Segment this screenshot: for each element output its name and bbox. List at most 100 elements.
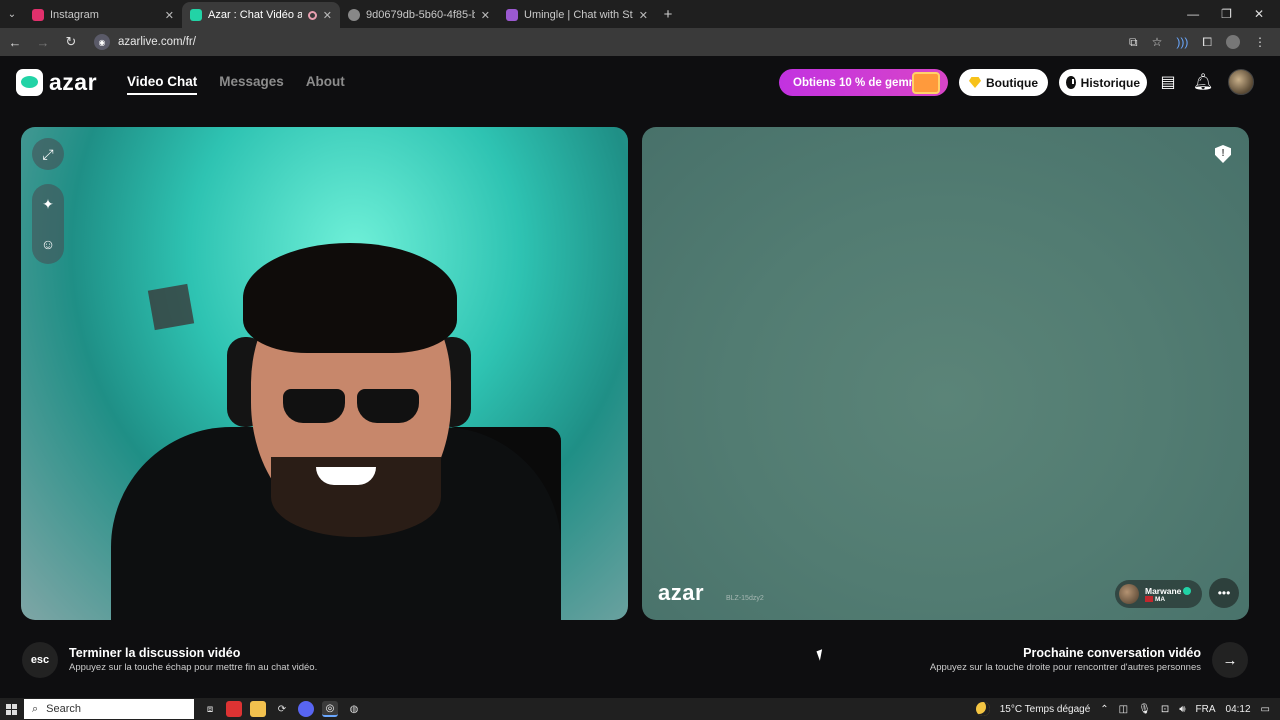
azar-logo[interactable]: azar bbox=[16, 69, 97, 96]
face-sticker-icon[interactable]: ☺ bbox=[41, 236, 55, 252]
self-video: ⤢ ✦ ☺ bbox=[21, 127, 628, 620]
person-hair bbox=[243, 243, 457, 353]
browser-tab-bar: ⌄ Instagram ✕ Azar : Chat Vidéo avec de … bbox=[0, 0, 1280, 28]
tab-azar[interactable]: Azar : Chat Vidéo avec de nouv ✕ bbox=[182, 2, 340, 28]
nav-about[interactable]: About bbox=[306, 74, 345, 95]
minimize-icon[interactable]: — bbox=[1187, 7, 1199, 21]
close-icon[interactable]: ✕ bbox=[165, 9, 174, 22]
promo-text: Obtiens 10 % de gemmes bbox=[793, 76, 932, 89]
tab-umingle[interactable]: Umingle | Chat with Strangers li ✕ bbox=[498, 2, 656, 28]
taskbar-search[interactable]: ⌕ Search bbox=[24, 699, 194, 719]
url-text: azarlive.com/fr/ bbox=[118, 36, 196, 48]
windows-start-icon[interactable] bbox=[0, 703, 22, 715]
tab-title: Azar : Chat Vidéo avec de nouv bbox=[208, 9, 302, 21]
app-red-icon[interactable] bbox=[226, 701, 242, 717]
sync-app-icon[interactable]: ⟳ bbox=[274, 701, 290, 717]
profile-avatar-icon[interactable] bbox=[1226, 35, 1240, 49]
speaker-icon[interactable]: 🔊︎ bbox=[1179, 704, 1185, 715]
partner-watermark-logo: azar bbox=[658, 580, 705, 605]
back-icon[interactable]: ← bbox=[8, 35, 22, 50]
new-tab-icon[interactable]: + bbox=[656, 6, 680, 23]
close-icon[interactable]: ✕ bbox=[323, 9, 332, 22]
search-placeholder: Search bbox=[46, 703, 82, 715]
partner-profile-chip[interactable]: Marwane MA bbox=[1115, 580, 1202, 608]
partner-name: Marwane bbox=[1145, 585, 1182, 596]
shop-button[interactable]: Boutique bbox=[959, 69, 1048, 96]
discord-icon[interactable] bbox=[298, 701, 314, 717]
close-icon[interactable]: ✕ bbox=[481, 9, 490, 22]
main-nav: Video Chat Messages About bbox=[127, 74, 345, 95]
extension-wave-icon[interactable]: ))) bbox=[1176, 35, 1188, 49]
site-info-icon[interactable]: ◉ bbox=[94, 34, 110, 50]
extensions-puzzle-icon[interactable]: ⧠ bbox=[1202, 35, 1212, 50]
microphone-icon[interactable]: 🎙︎ bbox=[1138, 704, 1151, 715]
tab-search-icon[interactable]: ⌄ bbox=[0, 0, 24, 28]
logo-text: azar bbox=[49, 69, 98, 95]
next-arrow-icon[interactable]: → bbox=[1212, 642, 1248, 678]
instagram-icon bbox=[32, 9, 44, 21]
notification-icon[interactable]: ▭ bbox=[1261, 704, 1270, 715]
azar-app: azar Video Chat Messages About Obtiens 1… bbox=[0, 56, 1280, 698]
close-window-icon[interactable]: ✕ bbox=[1254, 7, 1264, 21]
url-field[interactable]: ◉ azarlive.com/fr/ bbox=[92, 31, 1115, 53]
tab-uuid[interactable]: 9d0679db-5b60-4f85-bd83-a7 ✕ bbox=[340, 2, 498, 28]
gem-icon bbox=[969, 77, 981, 88]
moon-weather-icon bbox=[975, 702, 990, 716]
promo-banner[interactable]: Obtiens 10 % de gemmes bbox=[779, 69, 948, 96]
camera-icon[interactable]: ◫ bbox=[1119, 704, 1128, 715]
history-label: Historique bbox=[1080, 75, 1140, 90]
recording-icon bbox=[307, 10, 317, 20]
azar-logo-icon bbox=[16, 69, 43, 96]
report-shield-icon[interactable]: ! bbox=[1215, 145, 1231, 163]
next-chat-title: Prochaine conversation vidéo bbox=[1023, 646, 1201, 660]
partner-avatar bbox=[1119, 584, 1139, 604]
tab-title: Umingle | Chat with Strangers li bbox=[524, 9, 633, 21]
azar-icon bbox=[190, 9, 202, 21]
window-controls: — ❐ ✕ bbox=[1187, 7, 1280, 21]
network-icon[interactable]: ⊡ bbox=[1161, 704, 1169, 715]
tab-instagram[interactable]: Instagram ✕ bbox=[24, 2, 182, 28]
verified-icon bbox=[1183, 587, 1192, 596]
nav-messages[interactable]: Messages bbox=[219, 74, 284, 95]
close-icon[interactable]: ✕ bbox=[639, 9, 648, 22]
search-icon: ⌕ bbox=[32, 702, 39, 715]
cast-icon[interactable]: ⧉ bbox=[1129, 35, 1138, 50]
chrome-icon[interactable]: ◎ bbox=[322, 701, 338, 717]
mouse-cursor bbox=[816, 649, 826, 661]
address-bar: ← → ↻ ◉ azarlive.com/fr/ ⧉ ☆ ))) ⧠ ⋮ bbox=[0, 28, 1280, 56]
umingle-icon bbox=[506, 9, 518, 21]
tab-title: 9d0679db-5b60-4f85-bd83-a7 bbox=[366, 9, 475, 21]
restore-icon[interactable]: ❐ bbox=[1221, 7, 1232, 21]
history-button[interactable]: Historique bbox=[1059, 69, 1147, 96]
partner-video: ! azar BLZ-15dzy2 Marwane MA ••• bbox=[642, 127, 1249, 620]
sunglasses bbox=[283, 389, 423, 427]
expand-icon[interactable]: ⤢ bbox=[32, 138, 64, 170]
os-taskbar: ⌕ Search ⧈ ⟳ ◎ ◍ 15°C Temps dégagé ⌃ ◫ 🎙… bbox=[0, 698, 1280, 720]
obs-icon[interactable]: ◍ bbox=[346, 701, 362, 717]
magic-wand-icon[interactable]: ✦ bbox=[42, 196, 54, 213]
weather-text[interactable]: 15°C Temps dégagé bbox=[1000, 704, 1091, 715]
end-chat-hint: Appuyez sur la touche échap pour mettre … bbox=[69, 662, 318, 673]
tray-chevron-icon[interactable]: ⌃ bbox=[1100, 704, 1108, 715]
nav-video-chat[interactable]: Video Chat bbox=[127, 74, 198, 95]
store-icon[interactable]: ▤ bbox=[1158, 72, 1178, 92]
chat-bubble-icon[interactable]: ••• bbox=[1209, 578, 1239, 608]
tab-title: Instagram bbox=[50, 9, 99, 21]
language-indicator[interactable]: FRA bbox=[1196, 704, 1216, 715]
next-chat-hint: Appuyez sur la touche droite pour rencon… bbox=[929, 662, 1201, 673]
globe-icon bbox=[348, 9, 360, 21]
forward-icon[interactable]: → bbox=[36, 35, 50, 50]
session-id: BLZ-15dzy2 bbox=[726, 595, 764, 602]
bell-icon[interactable]: 🔔︎ bbox=[1193, 72, 1213, 92]
clock-time[interactable]: 04:12 bbox=[1226, 704, 1251, 715]
file-explorer-icon[interactable] bbox=[250, 701, 266, 717]
bookmark-star-icon[interactable]: ☆ bbox=[1152, 35, 1163, 49]
reload-icon[interactable]: ↻ bbox=[64, 34, 78, 50]
task-view-icon[interactable]: ⧈ bbox=[202, 701, 218, 717]
wall-poster bbox=[147, 283, 195, 331]
person-smile bbox=[316, 467, 376, 485]
profile-avatar[interactable] bbox=[1228, 69, 1254, 95]
menu-dots-icon[interactable]: ⋮ bbox=[1254, 35, 1266, 49]
end-chat-button[interactable]: esc bbox=[22, 642, 58, 678]
clock-icon bbox=[1066, 76, 1076, 89]
